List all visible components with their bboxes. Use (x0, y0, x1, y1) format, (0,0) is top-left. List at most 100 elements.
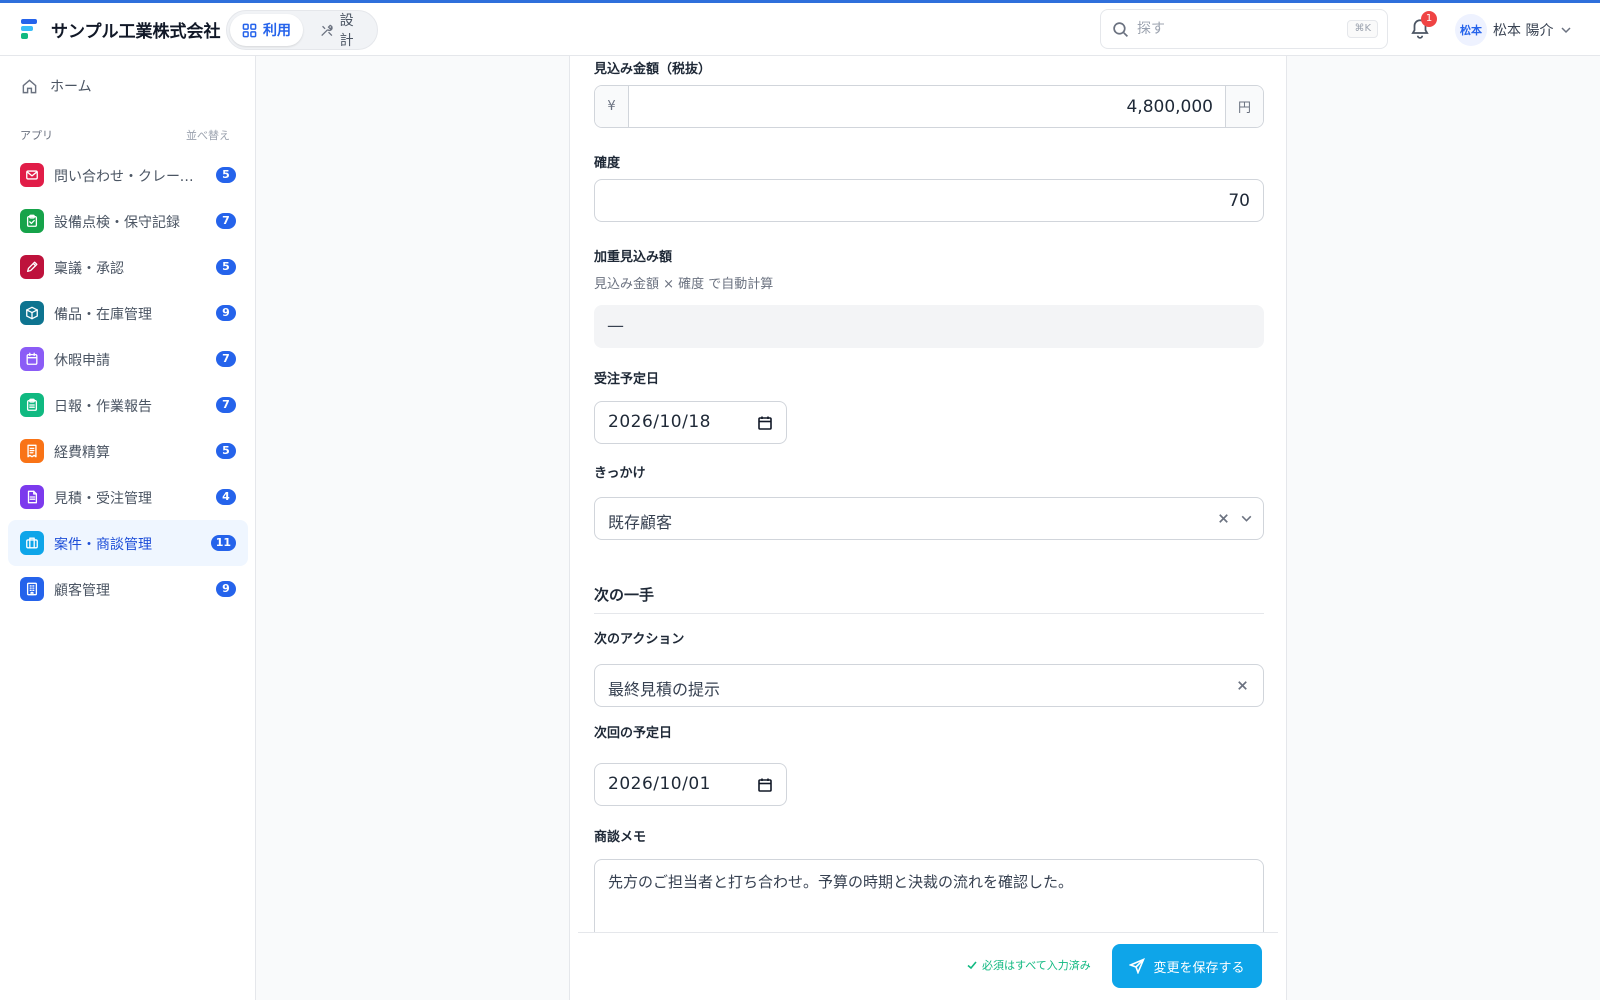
sidebar-app-item[interactable]: 稟議・承認 5 (8, 244, 248, 290)
save-button-label: 変更を保存する (1153, 960, 1245, 976)
calendar-icon (758, 416, 772, 430)
clipboard-icon (20, 393, 44, 417)
yen-suffix: 円 (1225, 86, 1263, 127)
sidebar-app-count-badge: 5 (216, 443, 236, 459)
main-content: 見込み金額（税抜） ¥ 円 確度 加重見込み額 見込み金額 × 確度 で自動計算… (256, 56, 1600, 1000)
sidebar-app-item[interactable]: 備品・在庫管理 9 (8, 290, 248, 336)
sidebar-app-label: 設備点検・保守記録 (54, 215, 180, 231)
sidebar: ホーム アプリ 並べ替え 問い合わせ・クレーム管理 5 設備点検・保守記録 7 稟議・承… (0, 56, 256, 1000)
section-divider (594, 613, 1264, 614)
clear-icon[interactable] (1235, 678, 1250, 693)
calendar-icon (20, 347, 44, 371)
send-icon (1129, 958, 1146, 974)
trigger-label: きっかけ (594, 466, 646, 481)
sidebar-app-label: 案件・商談管理 (54, 537, 152, 553)
required-status-text: 必須はすべて入力済み (982, 959, 1091, 972)
avatar: 松本 (1455, 14, 1487, 46)
mode-design-label: 設計 (339, 13, 354, 49)
sidebar-app-label: 経費精算 (54, 445, 110, 461)
weighted-amount-value: — (594, 305, 1264, 348)
weighted-amount-help: 見込み金額 × 確度 で自動計算 (594, 277, 774, 292)
probability-input[interactable] (594, 179, 1264, 222)
sidebar-app-label: 見積・受注管理 (54, 491, 152, 507)
next-action-value: 最終見積の提示 (608, 680, 721, 699)
weighted-amount-label: 加重見込み額 (594, 250, 673, 265)
next-date-input[interactable]: 2026/10/01 (594, 763, 787, 806)
section-next-step-title: 次の一手 (594, 586, 655, 604)
next-action-label: 次のアクション (594, 632, 685, 647)
trigger-select[interactable]: 既存顧客 (594, 497, 1264, 540)
sidebar-item-home[interactable]: ホーム (8, 68, 248, 104)
next-action-input[interactable]: 最終見積の提示 (594, 664, 1264, 707)
sidebar-app-count-badge: 5 (216, 259, 236, 275)
mail-icon (20, 163, 44, 187)
check-icon (967, 961, 977, 970)
search-input[interactable] (1137, 18, 1337, 40)
sidebar-app-label: 顧客管理 (54, 583, 110, 599)
search-icon (1113, 22, 1129, 38)
sidebar-app-count-badge: 4 (216, 489, 236, 505)
sidebar-app-label: 日報・作業報告 (54, 399, 152, 415)
clipboard-check-icon (20, 209, 44, 233)
chevron-down-icon (1561, 27, 1571, 34)
user-name: 松本 陽介 (1493, 23, 1554, 39)
order-date-value: 2026/10/18 (608, 412, 711, 432)
sort-apps-link[interactable]: 並べ替え (186, 127, 230, 143)
form-footer: 必須はすべて入力済み 変更を保存する (578, 932, 1278, 1000)
home-icon (22, 78, 37, 93)
document-icon (20, 485, 44, 509)
company-name: サンプル工業株式会社 (51, 22, 221, 42)
sidebar-app-item[interactable]: 経費精算 5 (8, 428, 248, 474)
calendar-icon (758, 778, 772, 792)
receipt-icon (20, 439, 44, 463)
top-header: サンプル工業株式会社 利用 設計 ⌘K 1 松本 松本 陽介 (0, 3, 1600, 56)
app-logo-icon (21, 19, 37, 39)
sidebar-app-item[interactable]: 問い合わせ・クレーム管理 5 (8, 152, 248, 198)
search-shortcut-hint: ⌘K (1347, 20, 1378, 38)
notification-count-badge: 1 (1421, 11, 1437, 27)
yen-prefix: ¥ (595, 86, 629, 127)
amount-field: ¥ 円 (594, 85, 1264, 128)
amount-input[interactable] (629, 86, 1225, 127)
save-changes-button[interactable]: 変更を保存する (1112, 944, 1262, 988)
sidebar-app-item[interactable]: 休暇申請 7 (8, 336, 248, 382)
probability-label: 確度 (594, 156, 621, 171)
briefcase-icon (20, 531, 44, 555)
sidebar-app-item[interactable]: 日報・作業報告 7 (8, 382, 248, 428)
sidebar-app-label: 稟議・承認 (54, 261, 124, 277)
building-icon (20, 577, 44, 601)
app-list: 問い合わせ・クレーム管理 5 設備点検・保守記録 7 稟議・承認 5 備品・在庫管理 9 休暇申… (8, 152, 248, 612)
chevron-down-icon (1241, 515, 1252, 522)
sidebar-app-count-badge: 9 (216, 581, 236, 597)
order-date-input[interactable]: 2026/10/18 (594, 401, 787, 444)
order-date-label: 受注予定日 (594, 372, 660, 387)
sidebar-app-count-badge: 7 (216, 213, 236, 229)
memo-label: 商談メモ (594, 830, 647, 845)
user-menu[interactable]: 松本 松本 陽介 (1455, 14, 1573, 46)
clear-icon[interactable] (1216, 511, 1231, 526)
sidebar-app-item[interactable]: 案件・商談管理 11 (8, 520, 248, 566)
sidebar-app-count-badge: 11 (210, 535, 236, 551)
pen-icon (20, 255, 44, 279)
apps-section-header: アプリ 並べ替え (20, 127, 230, 143)
trigger-value: 既存顧客 (608, 513, 673, 532)
tools-icon (321, 24, 333, 36)
mode-switch: 利用 設計 (226, 10, 378, 50)
required-status: 必須はすべて入力済み (966, 957, 1091, 973)
deal-form-panel: 見込み金額（税抜） ¥ 円 確度 加重見込み額 見込み金額 × 確度 で自動計算… (569, 56, 1287, 1000)
amount-label: 見込み金額（税抜） (594, 62, 712, 77)
next-date-label: 次回の予定日 (594, 726, 673, 741)
mode-design-button[interactable]: 設計 (308, 13, 377, 49)
sidebar-app-count-badge: 7 (216, 351, 236, 367)
next-date-value: 2026/10/01 (608, 774, 711, 794)
sidebar-app-count-badge: 7 (216, 397, 236, 413)
sidebar-app-item[interactable]: 顧客管理 9 (8, 566, 248, 612)
sidebar-app-item[interactable]: 設備点検・保守記録 7 (8, 198, 248, 244)
sidebar-app-label: 問い合わせ・クレーム管理 (54, 169, 204, 185)
sidebar-app-label: 休暇申請 (54, 353, 110, 369)
sidebar-item-label: ホーム (50, 79, 92, 95)
mode-use-button[interactable]: 利用 (230, 14, 303, 46)
sidebar-app-count-badge: 9 (216, 305, 236, 321)
sidebar-app-item[interactable]: 見積・受注管理 4 (8, 474, 248, 520)
mode-use-label: 利用 (263, 23, 291, 39)
